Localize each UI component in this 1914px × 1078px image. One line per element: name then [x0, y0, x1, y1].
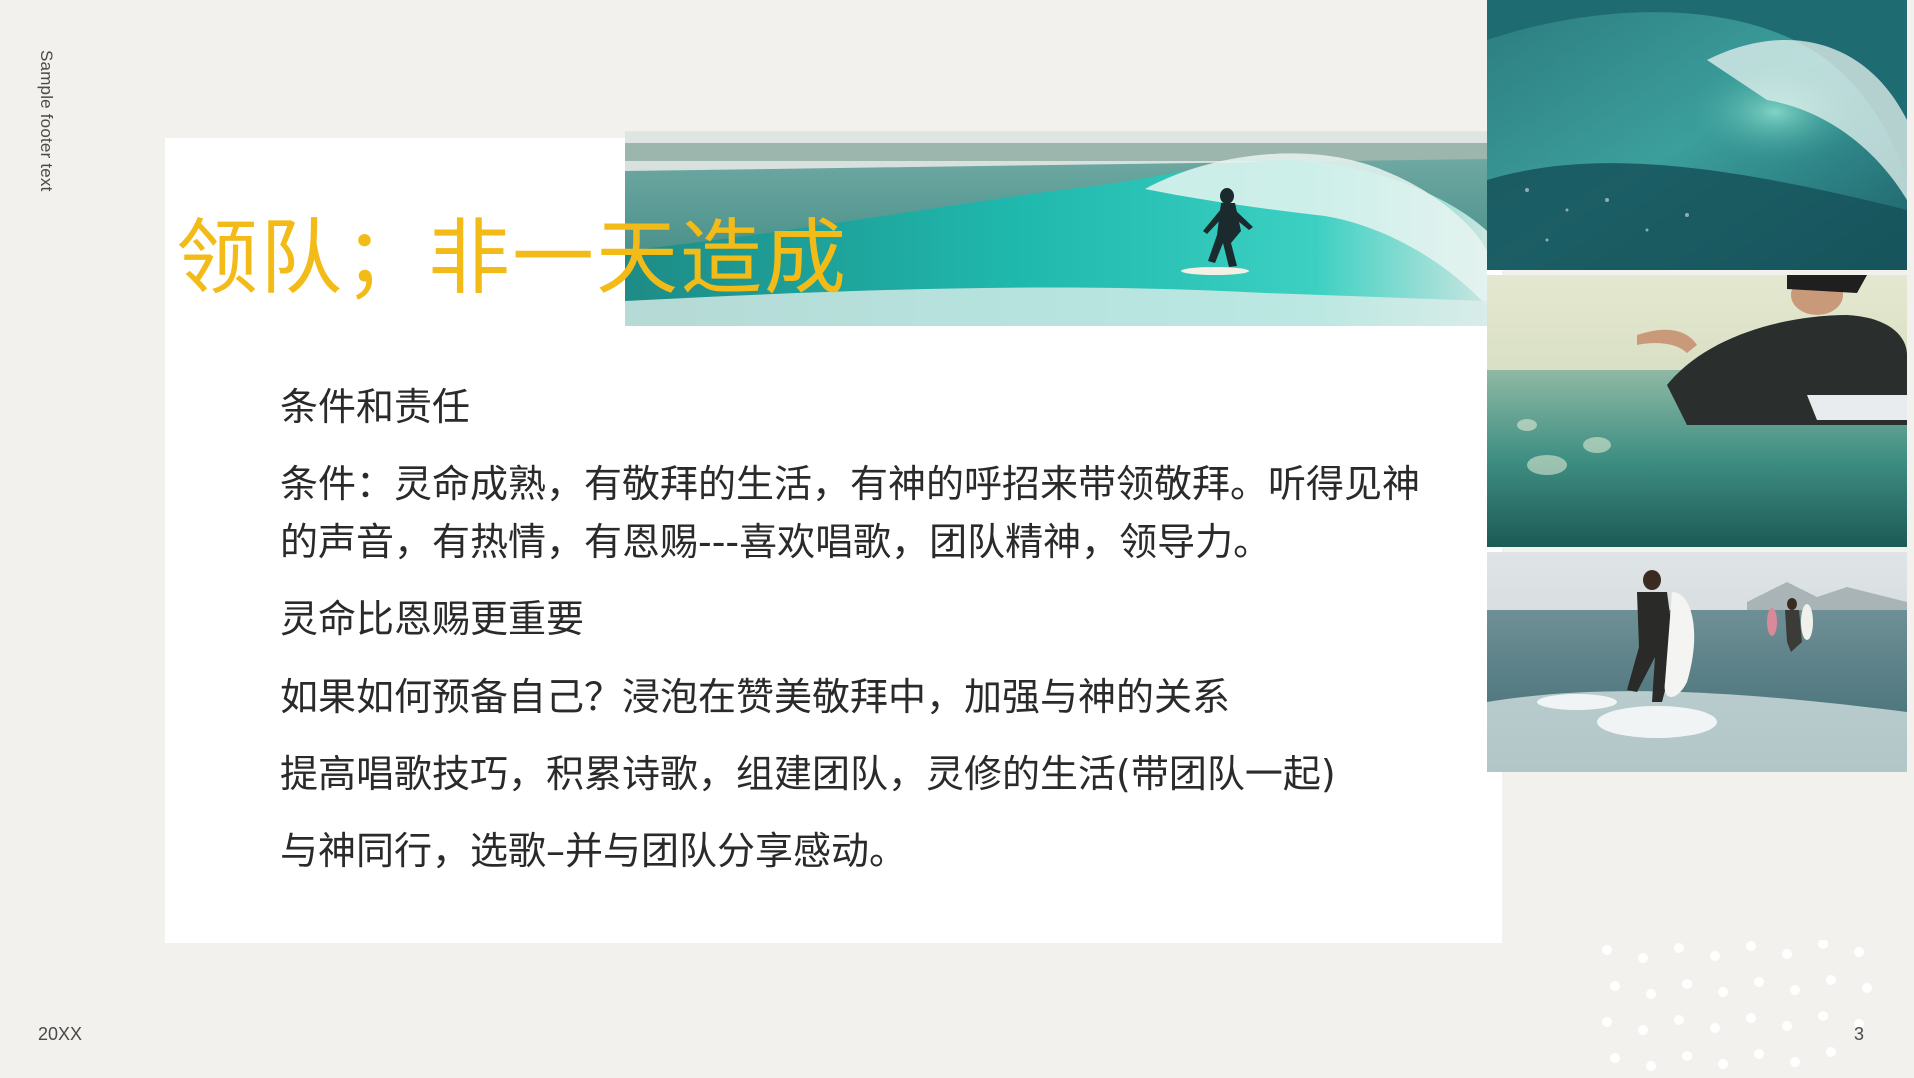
ocean-wave-graphic — [1487, 0, 1907, 270]
body-line-walk-with-god: 与神同行，选歌–并与团队分享感动。 — [280, 828, 908, 873]
footer-text: Sample footer text — [37, 50, 56, 192]
surfer-paddling-image — [1487, 275, 1907, 547]
surfers-running-image — [1487, 552, 1907, 772]
body-line-conditions-heading: 条件和责任 — [280, 385, 471, 429]
body-line-conditions: 条件：灵命成熟，有敬拜的生活，有神的呼招来带领敬拜。听得见神的声音，有热情，有恩… — [280, 462, 1421, 565]
dot-pattern-decoration — [1602, 940, 1872, 1071]
body-line-life-over-gifts: 灵命比恩赐更重要 — [280, 597, 585, 642]
body-line-preparation: 如果如何预备自己？浸泡在赞美敬拜中，加强与神的关系 — [280, 674, 1231, 719]
date-text: 20XX — [38, 1024, 83, 1044]
surfer-paddling-graphic — [1487, 275, 1907, 547]
ocean-wave-image — [1487, 0, 1907, 270]
page-number: 3 — [1854, 1024, 1865, 1044]
slide-title: 领队；非一天造成 — [176, 211, 849, 306]
surfers-running-graphic — [1487, 552, 1907, 772]
body-text: 条件和责任 条件：灵命成熟，有敬拜的生活，有神的呼招来带领敬拜。听得见神的声音，… — [280, 378, 1420, 899]
body-line-skills: 提高唱歌技巧，积累诗歌，组建团队，灵修的生活(带团队一起) — [280, 751, 1336, 796]
slide: Sample footer text 领队；非一天造成 条件和责任 条件：灵命成… — [0, 0, 1914, 1078]
